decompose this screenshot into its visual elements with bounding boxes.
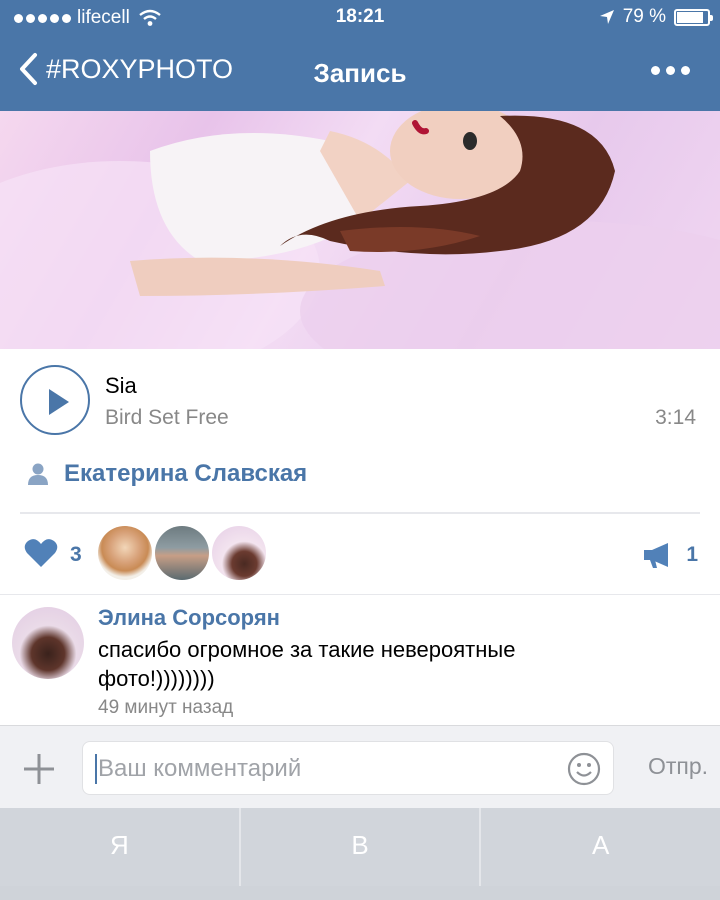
comment-input[interactable]	[98, 750, 558, 788]
nav-bar: #ROXYPHOTO Запись	[0, 36, 720, 111]
post-author[interactable]: Екатерина Славская	[26, 459, 307, 489]
heart-icon[interactable]	[24, 538, 58, 568]
plus-icon[interactable]	[22, 752, 56, 786]
photo-image	[0, 111, 720, 349]
audio-attachment: Sia Bird Set Free 3:14	[0, 349, 720, 459]
user-icon	[28, 463, 48, 485]
comment-field[interactable]	[82, 741, 614, 795]
battery-icon	[674, 8, 713, 26]
reposts-count[interactable]: 1	[686, 543, 698, 567]
suggestion-item[interactable]: В	[241, 808, 482, 886]
audio-artist: Sia	[105, 373, 137, 398]
avatar[interactable]	[212, 526, 266, 580]
status-bar: lifecell 18:21 79 %	[0, 0, 720, 36]
play-button[interactable]	[20, 365, 90, 435]
status-right: 79 %	[599, 6, 713, 28]
avatar[interactable]	[12, 607, 84, 679]
audio-duration: 3:14	[655, 406, 696, 429]
more-button[interactable]	[651, 66, 690, 75]
battery-percent: 79 %	[622, 6, 666, 27]
likes-count[interactable]: 3	[70, 543, 82, 567]
location-icon	[599, 10, 614, 24]
more-dot-icon	[666, 66, 675, 75]
play-icon	[49, 389, 69, 415]
comment-author[interactable]: Элина Сорсорян	[98, 605, 280, 631]
post-photo[interactable]	[0, 111, 720, 349]
audio-title: Bird Set Free	[105, 406, 229, 429]
comment-input-bar: Отпр.	[0, 725, 720, 808]
author-name: Екатерина Славская	[64, 460, 308, 487]
keyboard-suggestions: Я В А	[0, 808, 720, 886]
avatar[interactable]	[155, 526, 209, 580]
send-button[interactable]: Отпр.	[648, 753, 708, 780]
comment-text: спасибо огромное за такие невероятные фо…	[98, 637, 516, 691]
suggestion-item[interactable]: А	[481, 808, 720, 886]
page-title: Запись	[313, 58, 407, 88]
megaphone-icon[interactable]	[642, 542, 674, 568]
suggestion-item[interactable]: Я	[0, 808, 241, 886]
likes-row: 3 1	[0, 522, 720, 586]
text-caret	[95, 754, 97, 784]
avatar[interactable]	[98, 526, 152, 580]
divider	[20, 512, 700, 514]
comment: Элина Сорсорян спасибо огромное за такие…	[0, 595, 720, 723]
comment-time: 49 минут назад	[98, 697, 234, 718]
smile-icon[interactable]	[567, 752, 601, 786]
more-dot-icon	[651, 66, 660, 75]
keyboard[interactable]	[0, 886, 720, 900]
top-bar: lifecell 18:21 79 % #ROXYPHOTO Запись	[0, 0, 720, 111]
more-dot-icon	[681, 66, 690, 75]
